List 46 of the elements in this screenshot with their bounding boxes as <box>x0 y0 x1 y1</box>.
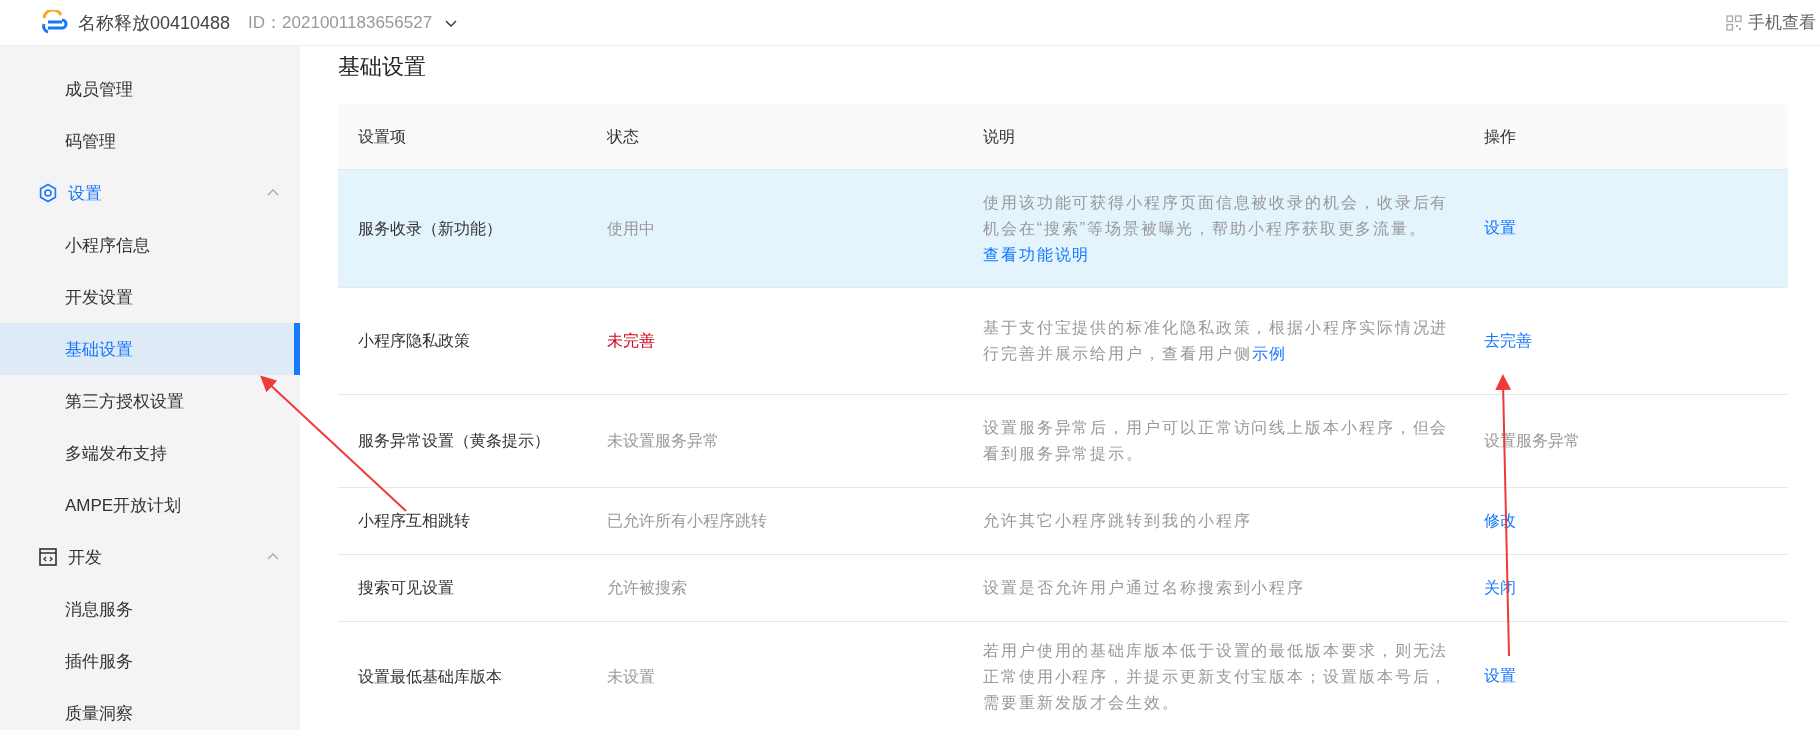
table-cell-text: 小程序隐私政策 <box>357 331 471 351</box>
action-link[interactable]: 设置 <box>1484 666 1516 687</box>
sidebar-item[interactable]: 插件服务 <box>0 635 300 687</box>
description-text: 设置服务异常后，用户可以正常访问线上版本小程序，但会看到服务异常提示。 <box>983 418 1450 464</box>
sidebar-item[interactable]: 成员管理 <box>0 63 300 115</box>
table-cell-text: 设置最低基础库版本 <box>357 666 503 687</box>
description-link[interactable]: 示例 <box>1251 345 1288 362</box>
sidebar-item[interactable]: 消息服务 <box>0 583 300 635</box>
table-cell-text: 小程序互相跳转 <box>357 511 471 531</box>
table-cell-text: 服务收录（新功能） <box>357 218 503 239</box>
column-header: 设置项 <box>357 126 407 147</box>
app-name: 名称释放00410488 <box>78 11 231 35</box>
code-window-icon <box>38 547 58 567</box>
table-cell-text: 搜索可见设置 <box>357 578 455 598</box>
sidebar-item[interactable]: 多端发布支持 <box>0 427 300 479</box>
sidebar-item[interactable]: 小程序信息 <box>0 219 300 271</box>
action-link[interactable]: 设置 <box>1484 218 1516 239</box>
description-text: 设置是否允许用户通过名称搜索到小程序 <box>983 578 1307 598</box>
settings-icon <box>38 183 58 203</box>
description-text: 基于支付宝提供的标准化隐私政策，根据小程序实际情况进行完善并展示给用户，查看用户侧示例 <box>983 318 1450 364</box>
action-link[interactable]: 去完善 <box>1484 330 1532 352</box>
qr-code-icon <box>1726 14 1742 31</box>
status-text: 使用中 <box>606 218 656 239</box>
sidebar-item[interactable]: 质量洞察 <box>0 687 300 730</box>
status-text: 未设置服务异常 <box>606 431 720 451</box>
description-link[interactable]: 查看功能说明 <box>983 245 1091 263</box>
sidebar-item[interactable]: 码管理 <box>0 115 300 167</box>
sidebar-item[interactable]: 第三方授权设置 <box>0 375 300 427</box>
sidebar-item[interactable]: AMPE开放计划 <box>0 479 300 531</box>
description-text: 若用户使用的基础库版本低于设置的最低版本要求，则无法正常使用小程序，并提示更新支付宝版本；设置版本号后，需要重新发版才会生效。 <box>983 640 1450 713</box>
status-text: 未设置 <box>606 666 656 687</box>
sidebar-group[interactable]: 开发 <box>0 531 300 583</box>
mobile-view-button[interactable]: 手机查看 <box>1726 11 1816 34</box>
status-text: 允许被搜索 <box>606 578 688 598</box>
app-id: ID：2021001183656527 <box>248 12 433 34</box>
column-header: 状态 <box>606 126 640 147</box>
page-title: 基础设置 <box>338 53 427 81</box>
description-text: 使用该功能可获得小程序页面信息被收录的机会，收录后有机会在“搜索”等场景被曝光，帮助小程序获取更多流量。 查看功能说明 <box>983 192 1450 265</box>
sidebar-group[interactable]: 设置 <box>0 167 300 219</box>
status-text: 未完善 <box>606 331 656 351</box>
status-text: 已允许所有小程序跳转 <box>606 511 768 531</box>
description-text: 允许其它小程序跳转到我的小程序 <box>983 511 1253 531</box>
sidebar-item[interactable]: 开发设置 <box>0 271 300 323</box>
table-cell-text: 服务异常设置（黄条提示） <box>357 431 551 451</box>
column-header: 说明 <box>982 126 1016 147</box>
column-header: 操作 <box>1483 126 1517 147</box>
